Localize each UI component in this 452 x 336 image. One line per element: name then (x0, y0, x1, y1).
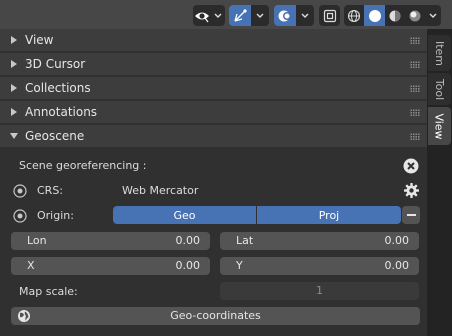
chevron-down-icon (211, 5, 225, 26)
tab-label: Item (433, 40, 447, 66)
y-label: Y (236, 259, 243, 272)
origin-geo-button[interactable]: Geo (113, 206, 256, 224)
panel-header-3d-cursor[interactable]: 3D Cursor (0, 53, 427, 76)
tab-view[interactable]: View (428, 107, 451, 145)
geo-coordinates-label: Geo-coordinates (170, 309, 261, 322)
gear-icon[interactable] (403, 182, 420, 199)
crs-value: Web Mercator (122, 184, 199, 197)
map-scale-label: Map scale: (19, 285, 78, 298)
lon-value: 0.00 (175, 234, 201, 247)
panel-header-geoscene[interactable]: Geoscene (0, 125, 427, 148)
panel-header-annotations[interactable]: Annotations (0, 101, 427, 124)
panel-title: 3D Cursor (25, 57, 86, 71)
xray-toggle[interactable] (319, 5, 340, 26)
crs-radio-icon[interactable] (13, 184, 27, 198)
xray-icon (319, 5, 340, 26)
sidebar-tabs: Item Tool View (427, 29, 452, 336)
drag-handle-icon[interactable] (410, 37, 420, 44)
drag-handle-icon[interactable] (410, 61, 420, 68)
panel-title: Collections (25, 81, 91, 95)
gizmo-icon[interactable] (229, 5, 251, 26)
rendered-icon[interactable] (405, 5, 425, 26)
close-icon[interactable] (403, 158, 419, 174)
tab-item[interactable]: Item (428, 35, 451, 71)
gizmo-dropdown[interactable] (229, 5, 269, 26)
x-field[interactable]: X 0.00 (11, 257, 210, 275)
origin-label: Origin: (37, 209, 74, 222)
drag-handle-icon[interactable] (410, 133, 420, 140)
eye-icon (193, 5, 211, 26)
chevron-right-icon (9, 60, 19, 68)
origin-proj-button[interactable]: Proj (257, 206, 401, 224)
drag-handle-icon[interactable] (410, 109, 420, 116)
tab-tool[interactable]: Tool (428, 73, 451, 105)
drag-handle-icon[interactable] (410, 85, 420, 92)
panel-title: Annotations (25, 105, 98, 119)
x-label: X (27, 259, 35, 272)
georef-title: Scene georeferencing : (19, 159, 147, 172)
chevron-right-icon (9, 108, 19, 116)
material-icon[interactable] (385, 5, 405, 26)
panel-title: View (25, 33, 54, 47)
y-value: 0.00 (384, 259, 410, 272)
lon-label: Lon (27, 234, 47, 247)
viewport-header (0, 0, 452, 30)
overlay-icon[interactable] (274, 5, 296, 26)
x-value: 0.00 (175, 259, 201, 272)
panel-title: Geoscene (25, 129, 85, 143)
tab-label: Tool (433, 78, 446, 100)
map-scale-field[interactable]: 1 (220, 282, 419, 300)
chevron-down-icon (296, 5, 313, 26)
chevron-down-icon (425, 5, 441, 26)
visibility-dropdown[interactable] (193, 5, 225, 26)
lat-label: Lat (236, 234, 254, 247)
overlays-dropdown[interactable] (274, 5, 314, 26)
chevron-right-icon (9, 84, 19, 92)
lon-field[interactable]: Lon 0.00 (11, 232, 210, 250)
chevron-right-icon (9, 36, 19, 44)
solid-icon[interactable] (364, 5, 385, 26)
origin-remove-button[interactable] (402, 206, 420, 224)
tab-label: View (433, 112, 447, 140)
lat-value: 0.00 (384, 234, 410, 247)
chevron-down-icon (251, 5, 268, 26)
y-field[interactable]: Y 0.00 (220, 257, 419, 275)
shading-selector[interactable] (344, 5, 441, 26)
panel-header-collections[interactable]: Collections (0, 77, 427, 100)
minus-icon (406, 214, 416, 216)
origin-radio-icon[interactable] (13, 209, 27, 223)
panel-header-view[interactable]: View (0, 29, 427, 52)
crs-label: CRS: (37, 184, 64, 197)
chevron-down-icon (9, 133, 19, 139)
geo-coordinates-button[interactable]: Geo-coordinates (11, 307, 420, 325)
lat-field[interactable]: Lat 0.00 (220, 232, 419, 250)
wireframe-icon[interactable] (344, 5, 364, 26)
